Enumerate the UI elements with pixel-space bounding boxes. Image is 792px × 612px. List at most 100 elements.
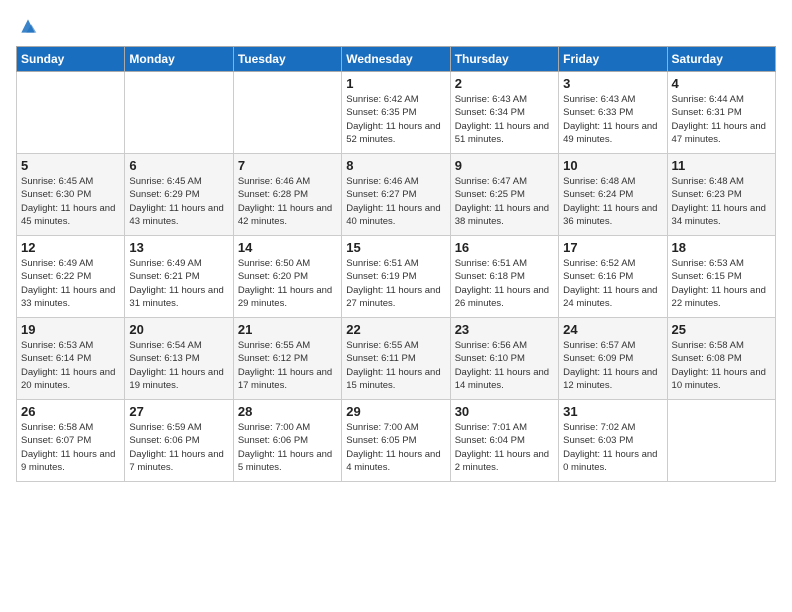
calendar-cell: 4Sunrise: 6:44 AMSunset: 6:31 PMDaylight… [667,72,775,154]
calendar-cell: 27 Sunrise: 6:59 AMSunset: 6:06 PMDayligh… [125,400,233,482]
day-number: 10 [563,158,662,173]
cell-content: Sunrise: 7:00 AMSunset: 6:06 PMDaylight:… [238,421,337,474]
day-number: 21 [238,322,337,337]
cell-content: Sunrise: 6:52 AMSunset: 6:16 PMDaylight:… [563,257,662,310]
day-number: 27 [129,404,228,419]
calendar-cell [17,72,125,154]
calendar-header-row: SundayMondayTuesdayWednesdayThursdayFrid… [17,47,776,72]
calendar-week-row: 26 Sunrise: 6:58 AMSunset: 6:07 PMDayligh… [17,400,776,482]
cell-content: Sunrise: 6:53 AMSunset: 6:14 PMDaylight:… [21,339,120,392]
day-number: 15 [346,240,445,255]
cell-content: Sunrise: 6:43 AMSunset: 6:33 PMDaylight:… [563,93,662,146]
cell-content: Sunrise: 6:53 AMSunset: 6:15 PMDaylight:… [672,257,771,310]
calendar-cell [125,72,233,154]
weekday-header: Wednesday [342,47,450,72]
weekday-header: Thursday [450,47,558,72]
day-number: 17 [563,240,662,255]
day-number: 30 [455,404,554,419]
day-number: 18 [672,240,771,255]
cell-content: Sunrise: 6:51 AMSunset: 6:19 PMDaylight:… [346,257,445,310]
calendar-week-row: 5 Sunrise: 6:45 AMSunset: 6:30 PMDaylight… [17,154,776,236]
cell-content: Sunrise: 6:54 AMSunset: 6:13 PMDaylight:… [129,339,228,392]
cell-content: Sunrise: 7:01 AMSunset: 6:04 PMDaylight:… [455,421,554,474]
cell-content: Sunrise: 6:46 AMSunset: 6:27 PMDaylight:… [346,175,445,228]
calendar-cell: 18 Sunrise: 6:53 AMSunset: 6:15 PMDayligh… [667,236,775,318]
calendar-cell: 25 Sunrise: 6:58 AMSunset: 6:08 PMDayligh… [667,318,775,400]
day-number: 20 [129,322,228,337]
cell-content: Sunrise: 6:58 AMSunset: 6:08 PMDaylight:… [672,339,771,392]
day-number: 13 [129,240,228,255]
day-number: 8 [346,158,445,173]
day-number: 22 [346,322,445,337]
calendar-cell: 22 Sunrise: 6:55 AMSunset: 6:11 PMDayligh… [342,318,450,400]
day-number: 26 [21,404,120,419]
calendar-cell: 8 Sunrise: 6:46 AMSunset: 6:27 PMDaylight… [342,154,450,236]
day-number: 11 [672,158,771,173]
cell-content: Sunrise: 6:47 AMSunset: 6:25 PMDaylight:… [455,175,554,228]
calendar-week-row: 19 Sunrise: 6:53 AMSunset: 6:14 PMDayligh… [17,318,776,400]
weekday-header: Friday [559,47,667,72]
cell-content: Sunrise: 6:44 AMSunset: 6:31 PMDaylight:… [672,93,771,146]
cell-content: Sunrise: 6:46 AMSunset: 6:28 PMDaylight:… [238,175,337,228]
day-number: 1 [346,76,445,91]
day-number: 9 [455,158,554,173]
day-number: 19 [21,322,120,337]
calendar-cell: 3 Sunrise: 6:43 AMSunset: 6:33 PMDaylight… [559,72,667,154]
weekday-header: Sunday [17,47,125,72]
day-number: 7 [238,158,337,173]
day-number: 25 [672,322,771,337]
day-number: 3 [563,76,662,91]
weekday-header: Saturday [667,47,775,72]
calendar-cell: 7 Sunrise: 6:46 AMSunset: 6:28 PMDaylight… [233,154,341,236]
calendar-cell: 5 Sunrise: 6:45 AMSunset: 6:30 PMDaylight… [17,154,125,236]
day-number: 6 [129,158,228,173]
calendar-cell: 26 Sunrise: 6:58 AMSunset: 6:07 PMDayligh… [17,400,125,482]
logo [16,16,38,36]
cell-content: Sunrise: 6:55 AMSunset: 6:11 PMDaylight:… [346,339,445,392]
cell-content: Sunrise: 6:48 AMSunset: 6:24 PMDaylight:… [563,175,662,228]
cell-content: Sunrise: 6:59 AMSunset: 6:06 PMDaylight:… [129,421,228,474]
cell-content: Sunrise: 6:58 AMSunset: 6:07 PMDaylight:… [21,421,120,474]
calendar-cell: 30 Sunrise: 7:01 AMSunset: 6:04 PMDayligh… [450,400,558,482]
cell-content: Sunrise: 7:00 AMSunset: 6:05 PMDaylight:… [346,421,445,474]
cell-content: Sunrise: 7:02 AMSunset: 6:03 PMDaylight:… [563,421,662,474]
day-number: 31 [563,404,662,419]
calendar-cell: 12 Sunrise: 6:49 AMSunset: 6:22 PMDayligh… [17,236,125,318]
calendar-cell: 24Sunrise: 6:57 AMSunset: 6:09 PMDayligh… [559,318,667,400]
calendar-cell: 20 Sunrise: 6:54 AMSunset: 6:13 PMDayligh… [125,318,233,400]
calendar-cell: 21 Sunrise: 6:55 AMSunset: 6:12 PMDayligh… [233,318,341,400]
cell-content: Sunrise: 6:49 AMSunset: 6:21 PMDaylight:… [129,257,228,310]
day-number: 5 [21,158,120,173]
calendar-cell [667,400,775,482]
calendar-cell: 28Sunrise: 7:00 AMSunset: 6:06 PMDayligh… [233,400,341,482]
calendar-cell: 29 Sunrise: 7:00 AMSunset: 6:05 PMDayligh… [342,400,450,482]
day-number: 12 [21,240,120,255]
cell-content: Sunrise: 6:57 AMSunset: 6:09 PMDaylight:… [563,339,662,392]
calendar-week-row: 12 Sunrise: 6:49 AMSunset: 6:22 PMDayligh… [17,236,776,318]
calendar-cell: 19 Sunrise: 6:53 AMSunset: 6:14 PMDayligh… [17,318,125,400]
cell-content: Sunrise: 6:55 AMSunset: 6:12 PMDaylight:… [238,339,337,392]
cell-content: Sunrise: 6:45 AMSunset: 6:30 PMDaylight:… [21,175,120,228]
calendar-cell: 14Sunrise: 6:50 AMSunset: 6:20 PMDayligh… [233,236,341,318]
calendar-cell: 23Sunrise: 6:56 AMSunset: 6:10 PMDayligh… [450,318,558,400]
day-number: 23 [455,322,554,337]
calendar-cell: 17 Sunrise: 6:52 AMSunset: 6:16 PMDayligh… [559,236,667,318]
cell-content: Sunrise: 6:45 AMSunset: 6:29 PMDaylight:… [129,175,228,228]
header [16,16,776,36]
calendar-week-row: 1Sunrise: 6:42 AMSunset: 6:35 PMDaylight… [17,72,776,154]
logo-icon [18,16,38,36]
calendar-cell [233,72,341,154]
calendar-table: SundayMondayTuesdayWednesdayThursdayFrid… [16,46,776,482]
weekday-header: Monday [125,47,233,72]
calendar-cell: 13 Sunrise: 6:49 AMSunset: 6:21 PMDayligh… [125,236,233,318]
calendar-cell: 10 Sunrise: 6:48 AMSunset: 6:24 PMDayligh… [559,154,667,236]
cell-content: Sunrise: 6:49 AMSunset: 6:22 PMDaylight:… [21,257,120,310]
cell-content: Sunrise: 6:43 AMSunset: 6:34 PMDaylight:… [455,93,554,146]
calendar-cell: 15 Sunrise: 6:51 AMSunset: 6:19 PMDayligh… [342,236,450,318]
day-number: 16 [455,240,554,255]
calendar-cell: 6 Sunrise: 6:45 AMSunset: 6:29 PMDaylight… [125,154,233,236]
calendar-cell: 9 Sunrise: 6:47 AMSunset: 6:25 PMDaylight… [450,154,558,236]
day-number: 29 [346,404,445,419]
calendar-container: SundayMondayTuesdayWednesdayThursdayFrid… [0,0,792,612]
weekday-header: Tuesday [233,47,341,72]
